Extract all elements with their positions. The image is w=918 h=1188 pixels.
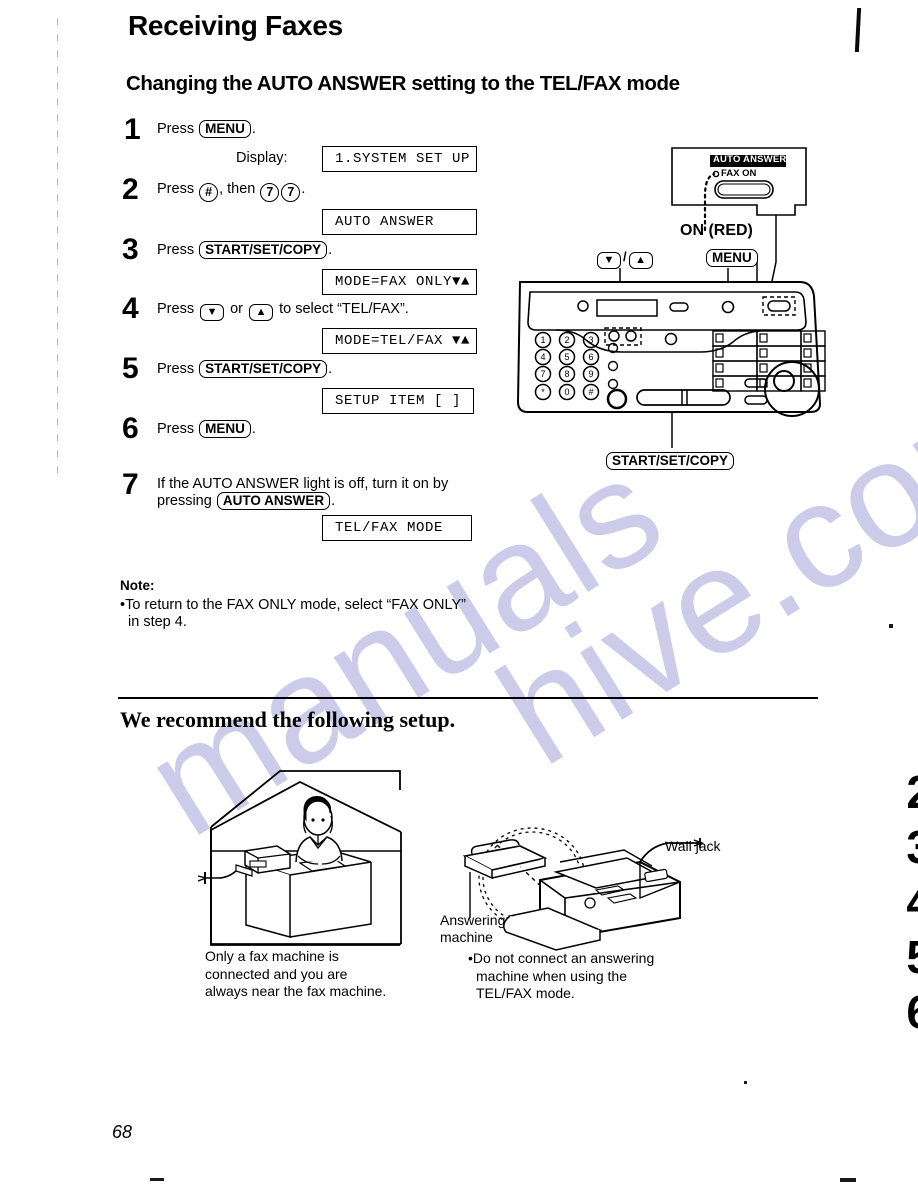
thumb-index-3: 3 <box>906 820 918 874</box>
start-set-copy-callout: START/SET/COPY <box>605 452 735 470</box>
arrow-up-key-callout[interactable]: ▲ <box>628 252 653 269</box>
arrow-keys-callout: ▼ / ▲ <box>595 249 655 269</box>
page-number: 68 <box>112 1122 133 1142</box>
auto-answer-callout-label: AUTO ANSWER <box>713 154 787 165</box>
menu-callout: MENU <box>705 249 759 267</box>
setup-illustrations <box>197 770 704 951</box>
wall-jack-label: Wall jack <box>665 838 721 854</box>
fax-on-callout-label: FAX ON <box>721 168 757 179</box>
left-caption-line-3: always near the fax machine. <box>205 983 387 999</box>
answering-machine-label: Answering machine <box>440 912 505 946</box>
answering-machine-line-2: machine <box>440 929 493 945</box>
thumb-index-5: 5 <box>906 930 918 984</box>
right-caption-line-1: Do not connect an answering <box>472 950 655 966</box>
manual-page: manuals hive.com Receiving Faxes Changin… <box>0 0 918 1188</box>
on-red-label: ON (RED) <box>680 222 753 239</box>
answering-machine-line-1: Answering <box>440 912 506 928</box>
right-caption-line-2: machine when using the <box>476 967 627 984</box>
start-set-copy-key-callout[interactable]: START/SET/COPY <box>606 452 735 470</box>
right-caption-line-3: TEL/FAX mode. <box>476 985 575 1001</box>
thumb-index-2: 2 <box>906 765 918 819</box>
arrow-callout-slash: / <box>623 249 627 264</box>
menu-key-callout[interactable]: MENU <box>706 249 758 267</box>
left-caption-line-1: Only a fax machine is <box>205 948 339 964</box>
left-caption-line-2: connected and you are <box>205 965 348 982</box>
right-illustration-caption: •Do not connect an answering machine whe… <box>468 950 688 1003</box>
left-illustration-caption: Only a fax machine is connected and you … <box>205 948 415 1001</box>
thumb-index-4: 4 <box>906 875 918 929</box>
thumb-index-6: 6 <box>906 985 918 1039</box>
arrow-down-key-callout[interactable]: ▼ <box>597 252 621 269</box>
